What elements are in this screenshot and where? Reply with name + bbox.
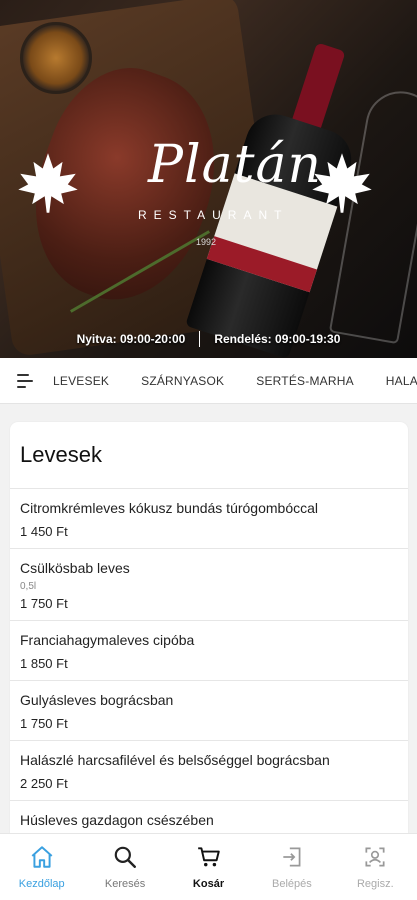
home-icon [29,844,55,870]
nav-cart-label: Kosár [192,878,225,890]
item-name: Halászlé harcsafilével és belsőséggel bo… [20,752,330,768]
list-item[interactable]: Halászlé harcsafilével és belsőséggel bo… [10,740,408,800]
nav-login[interactable]: Belépés [250,834,333,900]
hours-bar: Nyitva: 09:00-20:00 Rendelés: 09:00-19:3… [0,330,417,348]
item-price: 2 250 Ft [20,776,68,791]
nav-register-label: Regisz. [356,878,394,890]
nav-cart[interactable]: Kosár [167,834,250,900]
tab-hala[interactable]: HALA [386,374,417,388]
item-name: Gulyásleves bográcsban [20,692,174,708]
menu-section-card: Levesek Citromkrémleves kókusz bundás tú… [10,422,408,842]
list-item[interactable]: Gulyásleves bográcsban 1 750 Ft [10,680,408,740]
logo-year: 1992 [196,237,217,247]
item-name: Csülkösbab leves [20,560,130,576]
bottom-navigation: Kezdőlap Keresés Kosár Belépés Regisz. [0,833,417,900]
item-price: 1 850 Ft [20,656,68,671]
list-item[interactable]: Citromkrémleves kókusz bundás túrógombóc… [10,488,408,548]
sauce-bowl-image [20,22,92,94]
divider [199,331,201,347]
order-hours: Rendelés: 09:00-19:30 [214,332,341,346]
item-price: 1 750 Ft [20,596,68,611]
login-icon [279,844,305,870]
item-price: 1 450 Ft [20,524,68,539]
nav-home-label: Kezdőlap [18,878,65,890]
register-icon [362,844,388,870]
item-name: Franciahagymaleves cipóba [20,632,195,648]
maple-leaf-icon [18,153,78,213]
nav-home[interactable]: Kezdőlap [0,834,83,900]
section-title: Levesek [20,442,102,467]
logo-subtitle: RESTAURANT [138,208,289,222]
cart-icon [196,844,222,870]
search-icon [112,844,138,870]
hero-banner: Platán RESTAURANT 1992 Nyitva: 09:00-20:… [0,0,417,358]
logo-title: Platán [148,135,323,195]
list-item[interactable]: Csülkösbab leves 0,5l 1 750 Ft [10,548,408,620]
category-tabs: LEVESEK SZÁRNYASOK SERTÉS-MARHA HALA [0,358,417,404]
nav-register[interactable]: Regisz. [334,834,417,900]
item-name: Citromkrémleves kókusz bundás túrógombóc… [20,500,319,516]
opening-hours: Nyitva: 09:00-20:00 [76,332,186,346]
nav-login-label: Belépés [272,878,312,890]
tab-levesek[interactable]: LEVESEK [53,374,109,388]
item-note: 0,5l [20,581,37,592]
tab-sertes-marha[interactable]: SERTÉS-MARHA [256,374,354,388]
tab-szarnyasok[interactable]: SZÁRNYASOK [141,374,224,388]
item-price: 1 750 Ft [20,716,68,731]
nav-search-label: Keresés [104,878,146,890]
item-name: Húsleves gazdagon csészében [20,812,214,828]
nav-search[interactable]: Keresés [83,834,166,900]
list-item[interactable]: Franciahagymaleves cipóba 1 850 Ft [10,620,408,680]
menu-icon[interactable] [17,373,35,388]
